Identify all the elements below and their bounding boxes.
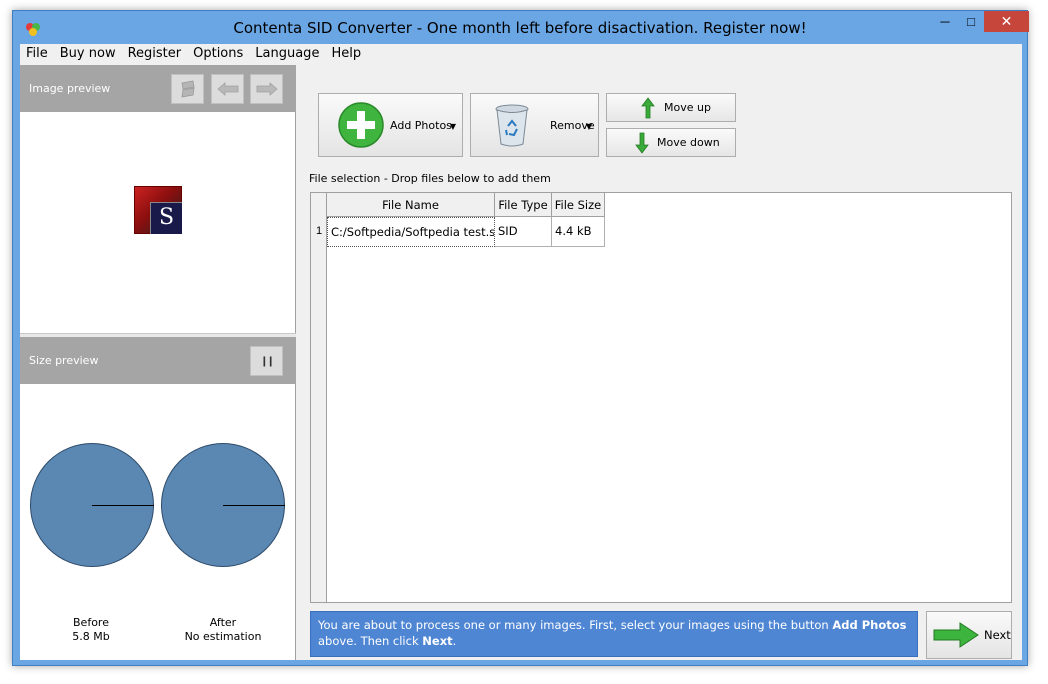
next-image-button[interactable] [250, 74, 283, 104]
size-preview-header: Size preview ❙❙ [20, 337, 296, 384]
after-pie-chart [161, 443, 285, 567]
info-text-1: You are about to process one or many ima… [318, 618, 833, 632]
info-text-3: . [452, 634, 457, 648]
cell-file-type[interactable]: SID [495, 217, 552, 247]
arrow-down-icon [635, 132, 649, 154]
window-title: Contenta SID Converter - One month left … [233, 19, 807, 37]
left-panel: Image preview S Size preview ❙❙ Before 5… [20, 65, 296, 660]
after-value: No estimation [184, 630, 262, 643]
menu-language[interactable]: Language [249, 44, 325, 64]
client-area: File Buy now Register Options Language H… [20, 44, 1022, 660]
arrow-left-icon [216, 82, 238, 96]
close-button[interactable]: ✕ [984, 11, 1029, 32]
remove-dropdown-icon[interactable]: ▼ [586, 122, 592, 131]
after-label: After [209, 616, 237, 629]
pie-divider [223, 505, 285, 506]
add-icon [338, 102, 384, 148]
info-text-2: above. Then click [318, 634, 423, 648]
image-preview-header: Image preview [20, 65, 296, 112]
info-bold-add-photos: Add Photos [832, 618, 907, 632]
rotate-icon [181, 80, 194, 98]
cell-file-size[interactable]: 4.4 kB [552, 217, 605, 247]
menu-bar: File Buy now Register Options Language H… [20, 44, 1022, 64]
before-value: 5.8 Mb [72, 630, 110, 643]
move-down-label: Move down [657, 136, 720, 149]
move-down-button[interactable]: Move down [606, 128, 736, 157]
arrow-right-icon [256, 82, 278, 96]
image-preview-title: Image preview [29, 82, 111, 95]
rotate-button[interactable] [171, 74, 204, 104]
cell-file-name[interactable]: C:/Softpedia/Softpedia test.sid [327, 217, 495, 247]
add-photos-label: Add Photos [390, 118, 452, 132]
menu-buy-now[interactable]: Buy now [54, 44, 122, 64]
next-button[interactable]: Next [926, 611, 1012, 659]
before-label: Before [73, 616, 109, 629]
move-up-button[interactable]: Move up [606, 93, 736, 122]
size-preview-title: Size preview [29, 354, 99, 367]
file-table[interactable]: File Name File Type File Size 1 C:/Softp… [310, 192, 1012, 603]
before-pie-chart [30, 443, 154, 567]
file-selection-label: File selection - Drop files below to add… [309, 172, 551, 185]
pie-divider [92, 505, 154, 506]
title-bar[interactable]: Contenta SID Converter - One month left … [13, 11, 1029, 45]
image-thumbnail: S [134, 186, 182, 234]
previous-button[interactable] [211, 74, 244, 104]
info-banner: You are about to process one or many ima… [310, 611, 918, 657]
menu-register[interactable]: Register [122, 44, 188, 64]
col-file-name[interactable]: File Name [327, 193, 495, 217]
right-panel: Add Photos ▼ Remove ▼ Move up Move down … [302, 65, 1022, 660]
next-label: Next [984, 628, 1011, 642]
thumbnail-letter: S [150, 202, 182, 234]
recycle-bin-icon [495, 104, 529, 147]
info-bold-next: Next [422, 634, 453, 648]
menu-help[interactable]: Help [325, 44, 367, 64]
menu-options[interactable]: Options [187, 44, 249, 64]
before-caption: Before 5.8 Mb [26, 616, 156, 644]
pause-button[interactable]: ❙❙ [250, 346, 283, 376]
minimize-button[interactable]: ─ [932, 11, 958, 32]
row-number: 1 [315, 225, 323, 237]
app-window: Contenta SID Converter - One month left … [12, 10, 1029, 666]
col-file-type[interactable]: File Type [495, 193, 552, 217]
col-file-size[interactable]: File Size [552, 193, 605, 217]
add-dropdown-icon[interactable]: ▼ [450, 122, 456, 131]
maximize-button[interactable]: □ [958, 11, 984, 32]
add-photos-button[interactable]: Add Photos ▼ [318, 93, 463, 157]
row-gutter [311, 193, 327, 602]
remove-button[interactable]: Remove ▼ [470, 93, 599, 157]
arrow-right-green-icon [933, 622, 979, 648]
move-up-label: Move up [664, 101, 711, 114]
menu-file[interactable]: File [20, 44, 54, 64]
after-caption: After No estimation [158, 616, 288, 644]
arrow-up-icon [641, 96, 655, 118]
